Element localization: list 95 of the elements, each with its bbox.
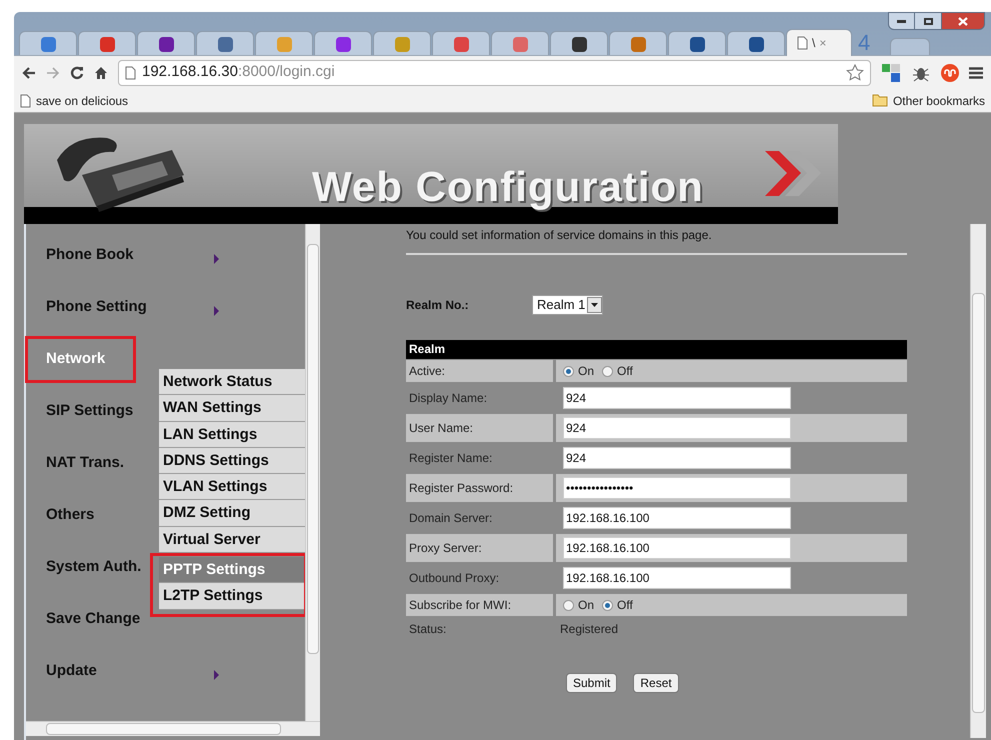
submenu-item[interactable]: DMZ Setting bbox=[159, 500, 307, 527]
browser-tab[interactable] bbox=[314, 31, 372, 56]
field-label: Subscribe for MWI: bbox=[406, 594, 553, 616]
scroll-thumb[interactable] bbox=[46, 723, 281, 735]
favicon-icon bbox=[158, 36, 174, 52]
url-text: 192.168.16.30:8000/login.cgi bbox=[142, 62, 335, 82]
folder-icon bbox=[872, 94, 888, 107]
menu-item[interactable]: System Auth. bbox=[46, 556, 142, 578]
browser-tab[interactable] bbox=[550, 31, 608, 56]
submenu-item[interactable]: VLAN Settings bbox=[159, 474, 307, 500]
menu-item[interactable]: Phone Setting bbox=[46, 296, 147, 318]
stumble-icon[interactable] bbox=[941, 64, 959, 82]
intro-text: You could set information of service domains in this page. bbox=[406, 227, 713, 243]
favicon-icon bbox=[454, 36, 468, 52]
realm-dropdown[interactable]: Realm 1 bbox=[532, 295, 604, 315]
submenu-item[interactable]: DDNS Settings bbox=[159, 448, 307, 474]
menu-item[interactable]: SIP Settings bbox=[46, 400, 134, 422]
other-bookmarks-button[interactable]: Other bookmarks bbox=[872, 92, 985, 110]
field-label: Outbound Proxy: bbox=[408, 570, 500, 587]
menu-item[interactable]: Phone Book bbox=[46, 244, 134, 266]
favicon-icon bbox=[690, 36, 704, 52]
menu-item[interactable]: Update bbox=[46, 660, 97, 682]
submenu-item[interactable]: Network Status bbox=[159, 369, 307, 396]
home-icon[interactable] bbox=[94, 66, 108, 80]
chevron-icon bbox=[765, 151, 821, 196]
browser-tab[interactable] bbox=[137, 31, 195, 56]
input-field[interactable]: 924 bbox=[563, 447, 791, 469]
radio-option[interactable]: Off bbox=[602, 362, 633, 380]
scroll-thumb[interactable] bbox=[307, 244, 319, 654]
favicon-icon bbox=[512, 36, 528, 52]
submenu-item[interactable]: LAN Settings bbox=[159, 422, 307, 448]
field-label: Domain Server: bbox=[408, 510, 494, 527]
menu-icon[interactable] bbox=[969, 66, 983, 78]
favicon-icon bbox=[218, 36, 232, 52]
close-icon bbox=[958, 16, 968, 26]
favicon-icon bbox=[40, 36, 56, 52]
field-label: Display Name: bbox=[408, 390, 488, 407]
input-field[interactable]: 192.168.16.100 bbox=[563, 507, 791, 529]
menu-item[interactable]: Save Change bbox=[46, 608, 140, 630]
back-icon[interactable] bbox=[22, 66, 36, 78]
address-bar[interactable]: 192.168.16.30:8000/login.cgi bbox=[118, 60, 871, 86]
forward-icon[interactable] bbox=[46, 66, 60, 78]
field-label: Proxy Server: bbox=[406, 534, 553, 562]
extension-icon[interactable] bbox=[881, 62, 901, 82]
favicon-icon bbox=[336, 36, 350, 52]
status-value: Registered bbox=[560, 621, 618, 638]
submenu-item[interactable]: PPTP Settings bbox=[150, 553, 307, 584]
browser-tab[interactable] bbox=[196, 31, 254, 56]
input-field[interactable]: 924 bbox=[563, 417, 791, 439]
horizontal-scrollbar[interactable] bbox=[26, 721, 320, 736]
page-icon bbox=[20, 94, 31, 108]
favicon-icon bbox=[276, 36, 292, 52]
input-field[interactable]: 924 bbox=[563, 387, 791, 409]
bookmark-link[interactable]: save on delicious bbox=[20, 92, 128, 110]
favicon-icon bbox=[748, 36, 764, 52]
field-label: Active: bbox=[406, 360, 553, 382]
banner-title: Web Configuration bbox=[312, 166, 704, 208]
close-button[interactable] bbox=[941, 12, 985, 30]
minimize-button[interactable] bbox=[888, 12, 915, 30]
field-label: Register Password: bbox=[406, 474, 553, 502]
input-field[interactable]: •••••••••••••••• bbox=[563, 477, 791, 499]
favicon-icon bbox=[630, 36, 646, 52]
favicon-icon bbox=[572, 36, 586, 52]
maximize-button[interactable] bbox=[915, 12, 941, 30]
favicon-icon bbox=[394, 36, 410, 52]
favicon-icon bbox=[100, 36, 114, 52]
browser-tab[interactable] bbox=[668, 31, 726, 56]
star-icon[interactable] bbox=[846, 64, 864, 81]
scroll-thumb[interactable] bbox=[972, 293, 985, 713]
menu-item[interactable]: NAT Trans. bbox=[46, 452, 124, 474]
radio-option[interactable]: On bbox=[563, 596, 594, 614]
submenu-item[interactable]: L2TP Settings bbox=[150, 583, 307, 617]
radio-option[interactable]: On bbox=[563, 362, 594, 380]
field-label: User Name: bbox=[406, 414, 553, 442]
browser-tab[interactable]: \ × bbox=[786, 29, 852, 56]
tab-count-label: 4 bbox=[858, 32, 870, 54]
field-label: Status: bbox=[408, 621, 448, 638]
form-button[interactable]: Reset bbox=[633, 673, 679, 693]
browser-tab[interactable] bbox=[727, 31, 785, 56]
tab-title: \ bbox=[812, 35, 816, 52]
input-field[interactable]: 192.168.16.100 bbox=[563, 567, 791, 589]
page-icon bbox=[797, 36, 808, 50]
radio-option[interactable]: Off bbox=[602, 596, 633, 614]
vertical-scrollbar[interactable] bbox=[305, 224, 320, 721]
page-icon bbox=[125, 66, 136, 80]
section-header: Realm bbox=[406, 340, 907, 359]
menu-item[interactable]: Others bbox=[46, 504, 94, 526]
submenu-item[interactable]: Virtual Server bbox=[159, 526, 307, 554]
realm-number-label: Realm No.: bbox=[406, 297, 470, 314]
field-label: Register Name: bbox=[408, 450, 494, 467]
form-button[interactable]: Submit bbox=[566, 673, 618, 693]
input-field[interactable]: 192.168.16.100 bbox=[563, 537, 791, 559]
reload-icon[interactable] bbox=[70, 66, 84, 80]
vertical-scrollbar[interactable] bbox=[970, 224, 986, 738]
submenu-item[interactable]: WAN Settings bbox=[159, 395, 307, 422]
